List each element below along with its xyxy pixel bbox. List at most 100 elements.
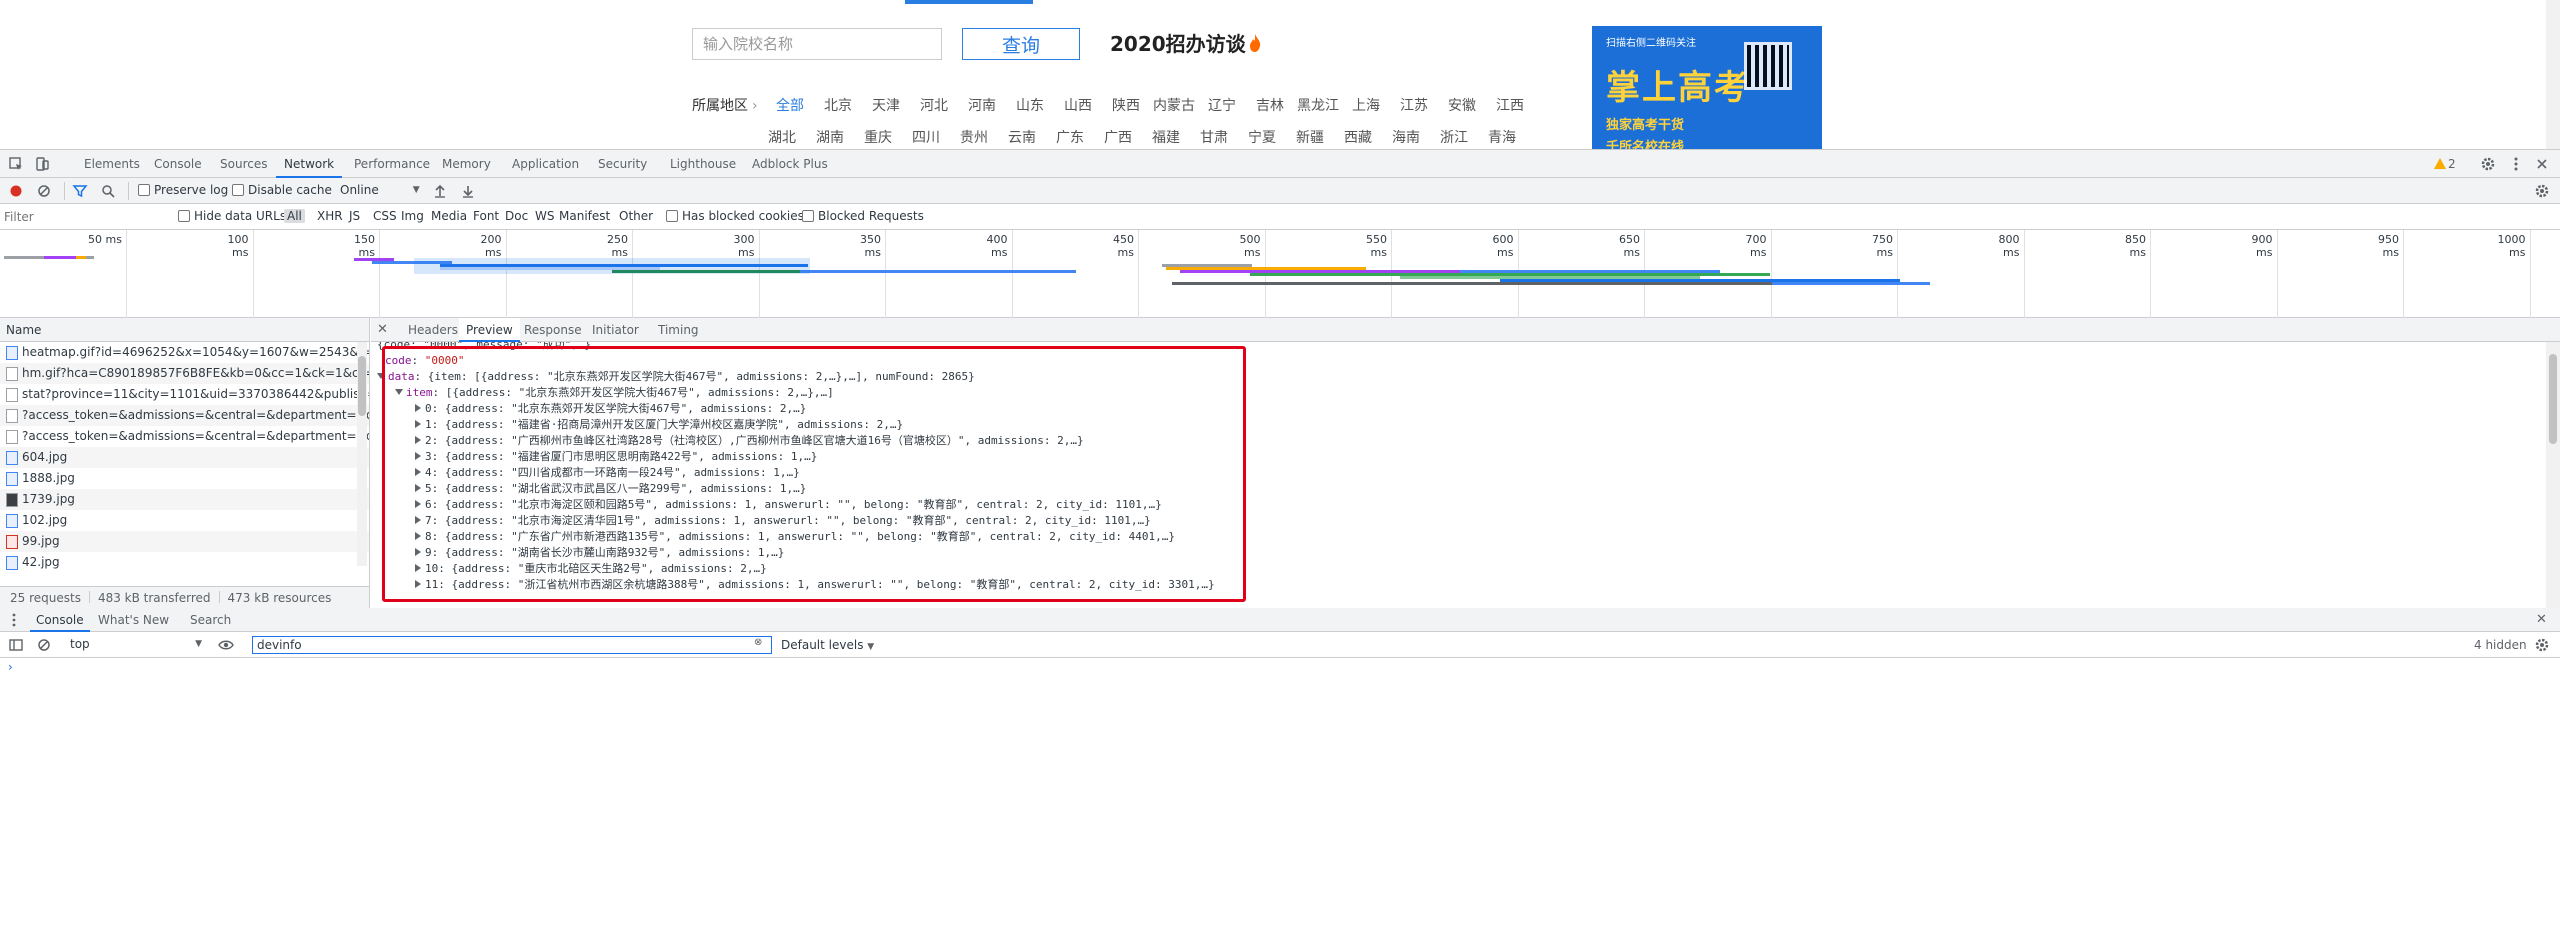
filter-type-media[interactable]: Media [428,209,470,223]
region-link[interactable]: 天津 [862,95,910,115]
expand-triangle-icon[interactable] [415,580,421,588]
region-link[interactable]: 广东 [1046,127,1094,147]
detail-tab-preview[interactable]: Preview [459,318,520,342]
expand-triangle-icon[interactable] [395,389,403,395]
device-toolbar-icon[interactable] [34,156,50,172]
region-link[interactable]: 安徽 [1438,95,1486,115]
region-link[interactable]: 上海 [1342,95,1390,115]
request-row[interactable]: heatmap.gif?id=4696252&x=1054&y=1607&w=2… [0,342,369,363]
disable-cache-checkbox[interactable]: Disable cache [232,183,332,197]
log-levels-select[interactable]: Default levels ▼ [781,638,874,652]
preview-item-line[interactable]: 3: {address: "福建省厦门市思明区思明南路422号", admiss… [415,449,817,465]
expand-triangle-icon[interactable] [377,373,385,379]
request-row[interactable]: ?access_token=&admissions=&central=&depa… [0,426,369,447]
filter-type-all[interactable]: All [284,209,305,223]
drawer-tab-console[interactable]: Console [30,608,90,632]
live-expression-eye-icon[interactable] [218,637,234,653]
throttling-select[interactable]: Online ▼ [340,183,420,197]
request-row[interactable]: stat?province=11&city=1101&uid=337038644… [0,384,369,405]
region-link[interactable]: 河北 [910,95,958,115]
region-link[interactable]: 重庆 [854,127,902,147]
drawer-tab-what-s-new[interactable]: What's New [92,608,175,632]
settings-gear-icon[interactable] [2480,156,2496,172]
filter-type-css[interactable]: CSS [370,209,400,223]
expand-triangle-icon[interactable] [415,532,421,540]
region-link[interactable]: 河南 [958,95,1006,115]
region-link[interactable]: 黑龙江 [1294,95,1342,115]
preview-item-line[interactable]: 5: {address: "湖北省武汉市武昌区八一路299号", admissi… [415,481,806,497]
filter-type-font[interactable]: Font [470,209,502,223]
region-link[interactable]: 浙江 [1430,127,1478,147]
network-settings-gear-icon[interactable] [2534,183,2550,199]
request-row[interactable]: hm.gif?hca=C890189857F6B8FE&kb=0&cc=1&ck… [0,363,369,384]
filter-type-other[interactable]: Other [616,209,656,223]
region-link[interactable]: 西藏 [1334,127,1382,147]
region-link[interactable]: 辽宁 [1198,95,1246,115]
expand-triangle-icon[interactable] [415,436,421,444]
clear-console-icon[interactable] [36,637,52,653]
devtools-tab-adblock-plus[interactable]: Adblock Plus [744,150,836,178]
context-select[interactable]: top ▼ [70,637,202,653]
export-har-icon[interactable] [460,183,476,199]
detail-tab-response[interactable]: Response [517,318,589,342]
close-detail-icon[interactable]: ✕ [377,322,388,337]
devtools-tab-console[interactable]: Console [146,150,210,178]
blocked-requests-checkbox[interactable]: Blocked Requests [802,209,924,223]
filter-type-ws[interactable]: WS [532,209,557,223]
region-link[interactable]: 北京 [814,95,862,115]
devtools-tab-lighthouse[interactable]: Lighthouse [662,150,744,178]
record-icon[interactable] [8,183,24,199]
preview-item-line[interactable]: 7: {address: "北京市海淀区清华园1号", admissions: … [415,513,1151,529]
region-link[interactable]: 内蒙古 [1150,95,1198,115]
console-filter-input[interactable] [252,636,772,654]
request-row[interactable]: 42.jpg [0,552,369,573]
region-link[interactable]: 广西 [1094,127,1142,147]
query-button[interactable]: 查询 [962,28,1080,60]
school-search-input[interactable] [692,28,942,60]
page-scrollbar[interactable] [2546,0,2560,149]
has-blocked-cookies-checkbox[interactable]: Has blocked cookies [666,209,804,223]
preview-item-line[interactable]: 0: {address: "北京东燕郊开发区学院大街467号", admissi… [415,401,806,417]
sidebar-toggle-icon[interactable] [8,637,24,653]
preview-item-line[interactable]: 8: {address: "广东省广州市新港西路135号", admission… [415,529,1175,545]
filter-type-doc[interactable]: Doc [502,209,531,223]
filter-type-manifest[interactable]: Manifest [556,209,613,223]
expand-triangle-icon[interactable] [415,548,421,556]
request-row[interactable]: 99.jpg [0,531,369,552]
region-link[interactable]: 江苏 [1390,95,1438,115]
preview-item-line[interactable]: item: [{address: "北京东燕郊开发区学院大街467号", adm… [395,385,834,401]
region-link[interactable]: 江西 [1486,95,1534,115]
network-overview-timeline[interactable]: 50 ms 100 ms 150 ms 200 ms 250 ms 300 ms 350 m… [0,230,2560,318]
region-link[interactable]: 全部 [766,95,814,115]
filter-type-xhr[interactable]: XHR [314,209,346,223]
region-link[interactable]: 福建 [1142,127,1190,147]
devtools-tab-memory[interactable]: Memory [434,150,499,178]
preview-item-line[interactable]: 6: {address: "北京市海淀区颐和园路5号", admissions:… [415,497,1162,513]
expand-triangle-icon[interactable] [415,420,421,428]
devtools-tab-performance[interactable]: Performance [346,150,438,178]
preview-scrollbar[interactable] [2546,342,2560,608]
close-drawer-icon[interactable]: ✕ [2536,612,2547,627]
expand-triangle-icon[interactable] [415,516,421,524]
filter-funnel-icon[interactable] [72,183,88,199]
preview-item-line[interactable]: 4: {address: "四川省成都市一环路南一段24号", admissio… [415,465,800,481]
close-devtools-icon[interactable] [2534,156,2550,172]
expand-triangle-icon[interactable] [415,452,421,460]
request-row[interactable]: ?access_token=&admissions=&central=&depa… [0,405,369,426]
ad-banner[interactable]: 扫描右侧二维码关注 掌上高考 独家高考干货 千所名校在线 [1592,26,1822,149]
import-har-icon[interactable] [432,183,448,199]
detail-tab-timing[interactable]: Timing [651,318,706,342]
drawer-menu-icon[interactable] [6,612,22,628]
region-link[interactable]: 山西 [1054,95,1102,115]
name-column-header[interactable]: Name [0,318,369,342]
region-link[interactable]: 青海 [1478,127,1526,147]
scrollbar-thumb[interactable] [2549,354,2557,444]
preview-item-line[interactable]: 2: {address: "广西柳州市鱼峰区社湾路28号（社湾校区）,广西柳州市… [415,433,1084,449]
scrollbar-thumb[interactable] [358,356,366,416]
region-link[interactable]: 海南 [1382,127,1430,147]
devtools-tab-application[interactable]: Application [504,150,587,178]
warning-badge[interactable]: 2 [2434,157,2456,171]
region-link[interactable]: 新疆 [1286,127,1334,147]
region-link[interactable]: 山东 [1006,95,1054,115]
preview-item-line[interactable]: 11: {address: "浙江省杭州市西湖区余杭塘路388号", admis… [415,577,1215,593]
